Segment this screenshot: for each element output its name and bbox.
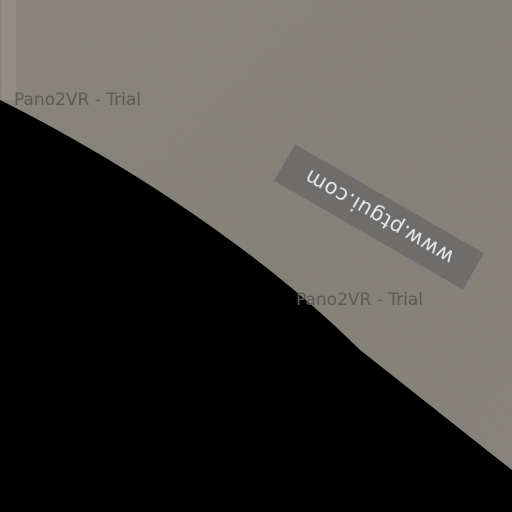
pano2vr-trial-watermark-2: Pano2VR - Trial <box>296 290 424 310</box>
panorama-viewport[interactable]: Pano2VR - Trial Pano2VR - Trial www.ptgu… <box>0 0 512 512</box>
pano2vr-trial-watermark: Pano2VR - Trial <box>14 90 142 110</box>
surface-edge <box>2 0 16 100</box>
